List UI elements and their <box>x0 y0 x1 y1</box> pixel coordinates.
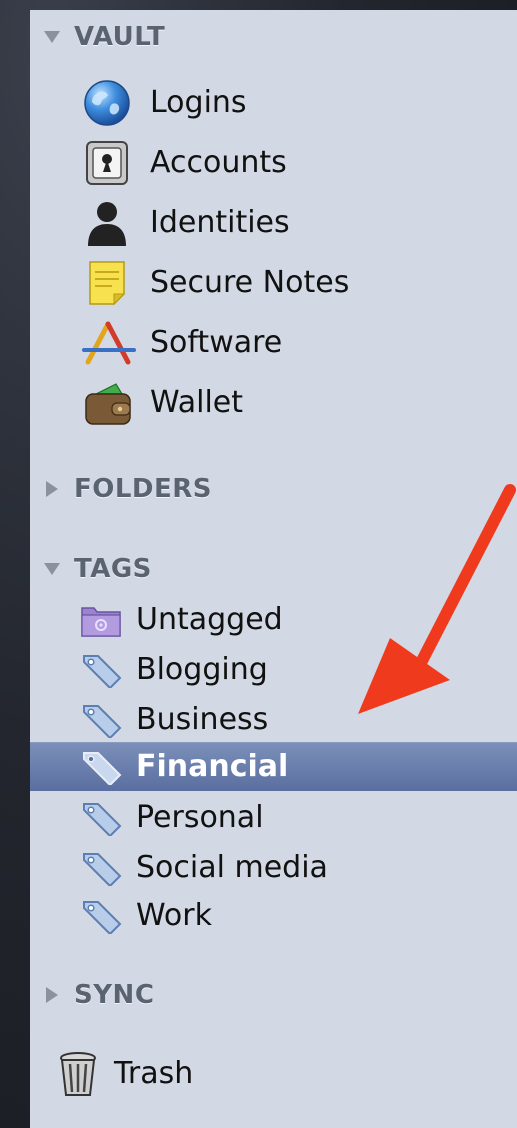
sidebar-item-label: Software <box>150 325 283 360</box>
tag-icon <box>80 850 122 886</box>
section-header-label: TAGS <box>74 554 152 584</box>
tag-icon <box>80 749 122 785</box>
sidebar-item-accounts[interactable]: Accounts <box>82 138 517 188</box>
tag-item-label: Untagged <box>136 602 283 637</box>
tag-item-label: Business <box>136 702 269 737</box>
sidebar-item-trash[interactable]: Trash <box>58 1050 517 1098</box>
tag-item-label: Work <box>136 898 212 933</box>
sidebar-item-label: Logins <box>150 85 247 120</box>
annotation-arrow-icon <box>358 484 516 714</box>
tag-item-label: Social media <box>136 850 328 885</box>
disclosure-triangle-down-icon[interactable] <box>44 563 60 575</box>
person-icon <box>82 198 132 248</box>
disclosure-triangle-right-icon[interactable] <box>46 481 58 497</box>
tag-item-work[interactable]: Work <box>80 896 517 936</box>
tag-item-label: Blogging <box>136 652 268 687</box>
tag-icon <box>80 800 122 836</box>
section-header-label: VAULT <box>74 22 166 52</box>
note-icon <box>82 258 132 308</box>
tag-icon <box>80 898 122 934</box>
sidebar-item-label: Identities <box>150 205 290 240</box>
trash-icon <box>58 1050 98 1098</box>
tag-item-personal[interactable]: Personal <box>80 798 517 838</box>
safe-icon <box>82 138 132 188</box>
sidebar-item-label: Wallet <box>150 385 244 420</box>
sidebar-item-software[interactable]: Software <box>82 318 517 368</box>
sidebar-item-secure-notes[interactable]: Secure Notes <box>82 258 517 308</box>
sidebar-item-identities[interactable]: Identities <box>82 198 517 248</box>
sidebar-item-label: Accounts <box>150 145 287 180</box>
tag-item-label: Personal <box>136 800 264 835</box>
tag-icon <box>80 702 122 738</box>
tag-icon <box>80 652 122 688</box>
disclosure-triangle-right-icon[interactable] <box>46 987 58 1003</box>
app-store-icon <box>82 318 136 368</box>
sidebar-item-label: Trash <box>114 1056 194 1091</box>
tag-item-social-media[interactable]: Social media <box>80 848 517 888</box>
section-header-label: FOLDERS <box>74 474 213 504</box>
sidebar: VAULT Logins Accounts Identities Secure … <box>30 10 517 1128</box>
sidebar-item-wallet[interactable]: Wallet <box>82 378 517 428</box>
untagged-folder-icon <box>80 602 122 638</box>
section-header-label: SYNC <box>74 980 155 1010</box>
sidebar-item-logins[interactable]: Logins <box>82 78 517 128</box>
wallet-icon <box>82 378 134 428</box>
tag-item-financial[interactable]: Financial <box>30 742 517 791</box>
section-header-sync[interactable]: SYNC <box>44 982 517 1008</box>
sidebar-item-label: Secure Notes <box>150 265 350 300</box>
tag-item-label: Financial <box>136 749 289 784</box>
section-header-vault[interactable]: VAULT <box>44 24 517 50</box>
globe-icon <box>82 78 132 128</box>
disclosure-triangle-down-icon[interactable] <box>44 31 60 43</box>
